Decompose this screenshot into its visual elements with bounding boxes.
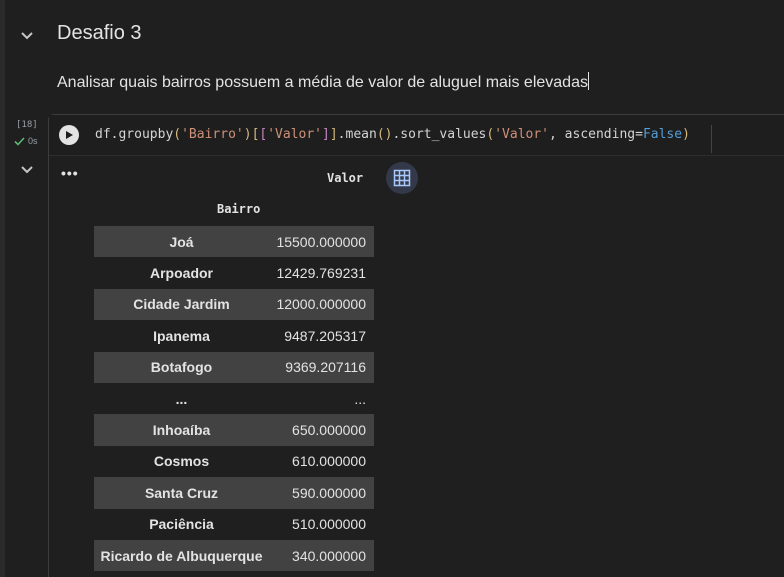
code-token: ) — [243, 127, 252, 142]
execution-time: 0s — [28, 136, 38, 146]
table-row: Joá 15500.000000 — [94, 226, 374, 258]
code-token: 'Valor' — [494, 127, 550, 142]
text-cell-description[interactable]: Analisar quais bairros possuem a média d… — [57, 72, 589, 92]
convert-to-table-button[interactable] — [386, 162, 418, 194]
table-row: Paciência 510.000000 — [94, 509, 374, 540]
table-row: Cosmos 610.000000 — [94, 446, 374, 477]
code-token: ] — [322, 127, 330, 142]
execution-status: 0s — [14, 136, 38, 146]
description-text: Analisar quais bairros possuem a média d… — [57, 74, 588, 91]
left-rail — [0, 0, 5, 577]
row-index: Cosmos — [153, 453, 210, 470]
output-collapse-button[interactable] — [19, 162, 35, 178]
row-index: Cidade Jardim — [133, 296, 230, 313]
code-token: , ascending= — [549, 127, 643, 142]
table-row: Santa Cruz 590.000000 — [94, 477, 374, 509]
code-token: df.groupby — [95, 127, 174, 142]
code-token: .mean — [337, 127, 377, 142]
table-row: Ipanema 9487.205317 — [94, 320, 374, 351]
row-index: ... — [175, 390, 188, 407]
row-value: 15500.000000 — [276, 233, 366, 250]
row-index: Inhoaíba — [152, 422, 211, 439]
code-token: 'Bairro' — [181, 127, 244, 142]
play-icon — [66, 131, 73, 139]
code-line[interactable]: df.groupby('Bairro')[['Valor']].mean().s… — [95, 127, 690, 142]
table-row: Cidade Jardim 12000.000000 — [94, 288, 374, 321]
row-index: Ipanema — [153, 327, 210, 344]
code-editor[interactable]: df.groupby('Bairro')[['Valor']].mean().s… — [49, 115, 784, 156]
row-value: 510.000000 — [292, 516, 366, 533]
row-value: 650.000000 — [292, 422, 366, 439]
table-row: Ricardo de Albuquerque 340.000000 — [94, 539, 374, 572]
code-token: () — [376, 127, 393, 142]
index-name: Bairro — [217, 202, 261, 216]
row-value: ... — [354, 390, 366, 407]
check-icon — [14, 136, 25, 146]
row-value: 12429.769231 — [276, 265, 366, 282]
chevron-down-icon — [21, 166, 33, 174]
section-heading[interactable]: Desafio 3 — [57, 22, 142, 45]
notebook-page: Desafio 3 Analisar quais bairros possuem… — [0, 0, 784, 577]
section-collapse-button[interactable] — [19, 28, 35, 44]
table-icon — [393, 169, 411, 187]
row-value: 9487.205317 — [284, 327, 366, 344]
row-value: 9369.207116 — [285, 359, 366, 376]
dataframe-table: Joá 15500.000000 Arpoador 12429.769231 Cid… — [94, 226, 374, 572]
row-value: 12000.000000 — [276, 296, 366, 313]
table-row: Inhoaíba 650.000000 — [94, 414, 374, 446]
code-token: False — [642, 127, 683, 142]
row-index: Botafogo — [150, 359, 213, 376]
row-index: Paciência — [149, 516, 214, 533]
table-row: Botafogo 9369.207116 — [94, 351, 374, 383]
code-token: .sort_values — [392, 127, 487, 142]
code-token: ] — [329, 127, 338, 142]
row-value: 590.000000 — [292, 484, 366, 501]
row-index: Joá — [169, 233, 194, 250]
row-value: 610.000000 — [292, 453, 366, 470]
row-index: Arpoador — [150, 265, 213, 282]
code-ruler — [711, 125, 712, 153]
text-cursor — [587, 72, 589, 90]
execution-count: [18] — [16, 120, 38, 130]
chevron-down-icon — [21, 32, 33, 40]
table-row: ...... — [94, 383, 374, 414]
row-index: Ricardo de Albuquerque — [100, 547, 263, 564]
output-menu-button[interactable]: ••• — [61, 165, 79, 181]
code-cell: df.groupby('Bairro')[['Valor']].mean().s… — [48, 114, 784, 577]
code-token: ) — [682, 127, 690, 142]
run-cell-button[interactable] — [59, 125, 79, 145]
table-row: Arpoador 12429.769231 — [94, 257, 374, 288]
row-index: Santa Cruz — [144, 484, 219, 501]
code-token: 'Valor' — [267, 127, 323, 142]
code-token: ( — [173, 127, 182, 142]
row-value: 340.000000 — [292, 547, 366, 564]
column-header-valor: Valor — [327, 171, 364, 185]
